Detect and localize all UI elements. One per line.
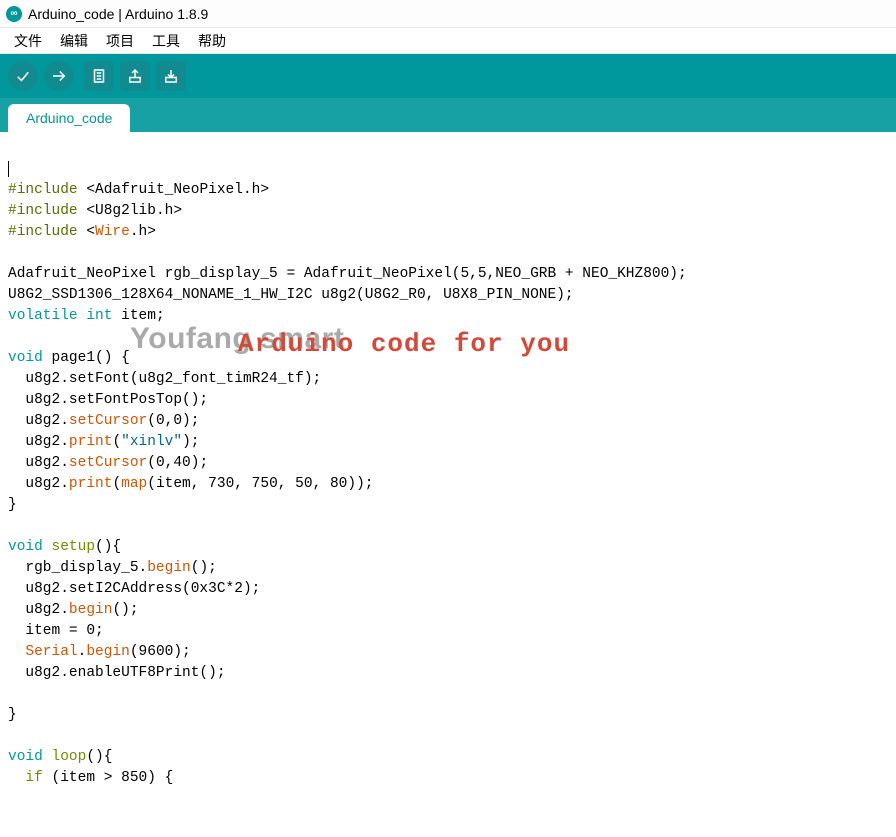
- code-token: print: [69, 434, 113, 450]
- menu-file[interactable]: 文件: [6, 29, 50, 53]
- code-token: setCursor: [69, 413, 147, 429]
- code-token: page1() {: [43, 350, 130, 366]
- window-titlebar: ∞ Arduino_code | Arduino 1.8.9: [0, 0, 896, 28]
- code-token: u8g2.: [8, 434, 69, 450]
- code-token: (9600);: [130, 644, 191, 660]
- code-token: (: [112, 476, 121, 492]
- code-token: u8g2.: [8, 455, 69, 471]
- code-token: "xinlv": [121, 434, 182, 450]
- code-line: Adafruit_NeoPixel rgb_display_5 = Adafru…: [8, 266, 687, 282]
- menu-edit[interactable]: 编辑: [52, 29, 96, 53]
- code-token: #include: [8, 224, 78, 240]
- arrow-right-icon: [50, 67, 68, 85]
- code-token: .h>: [130, 224, 156, 240]
- toolbar: [0, 54, 896, 98]
- code-token: item;: [112, 308, 164, 324]
- code-token: begin: [86, 644, 130, 660]
- sketch-tab-active[interactable]: Arduino_code: [8, 104, 130, 132]
- code-token: setCursor: [69, 455, 147, 471]
- code-token: );: [182, 434, 199, 450]
- code-token: begin: [147, 560, 191, 576]
- code-token: u8g2.: [8, 413, 69, 429]
- code-token: Serial: [25, 644, 77, 660]
- code-token: #include: [8, 182, 78, 198]
- code-token: void: [8, 350, 43, 366]
- code-token: volatile: [8, 308, 78, 324]
- code-token: if: [25, 770, 42, 786]
- code-token: <: [78, 224, 95, 240]
- code-token: <U8g2lib.h>: [78, 203, 182, 219]
- code-token: void: [8, 749, 43, 765]
- verify-button[interactable]: [8, 61, 38, 91]
- code-token: (){: [95, 539, 121, 555]
- window-title: Arduino_code | Arduino 1.8.9: [28, 6, 208, 22]
- watermark-red: Arduino code for you: [238, 334, 570, 355]
- code-token: print: [69, 476, 113, 492]
- code-token: #include: [8, 203, 78, 219]
- code-token: (0,0);: [147, 413, 199, 429]
- code-token: begin: [69, 602, 113, 618]
- code-line: U8G2_SSD1306_128X64_NONAME_1_HW_I2C u8g2…: [8, 287, 574, 303]
- menu-tools[interactable]: 工具: [144, 29, 188, 53]
- code-token: [8, 644, 25, 660]
- code-line: u8g2.setFont(u8g2_font_timR24_tf);: [8, 371, 321, 387]
- code-token: (){: [86, 749, 112, 765]
- code-editor[interactable]: #include <Adafruit_NeoPixel.h> #include …: [0, 132, 896, 837]
- menu-bar: 文件 编辑 项目 工具 帮助: [0, 28, 896, 54]
- download-arrow-icon: [162, 67, 180, 85]
- code-token: loop: [52, 749, 87, 765]
- check-icon: [14, 67, 32, 85]
- code-token: (0,40);: [147, 455, 208, 471]
- code-line: u8g2.setI2CAddress(0x3C*2);: [8, 581, 260, 597]
- code-token: }: [8, 707, 17, 723]
- code-token: ();: [112, 602, 138, 618]
- code-token: setup: [52, 539, 96, 555]
- code-line: item = 0;: [8, 623, 104, 639]
- code-token: int: [86, 308, 112, 324]
- code-token: [8, 770, 25, 786]
- code-token: u8g2.: [8, 602, 69, 618]
- menu-sketch[interactable]: 项目: [98, 29, 142, 53]
- code-token: ();: [191, 560, 217, 576]
- code-line: u8g2.enableUTF8Print();: [8, 665, 226, 681]
- code-token: }: [8, 497, 17, 513]
- upload-arrow-icon: [126, 67, 144, 85]
- code-token: map: [121, 476, 147, 492]
- code-token: Wire: [95, 224, 130, 240]
- sketch-tab-row: Arduino_code: [0, 98, 896, 132]
- arduino-app-icon: ∞: [6, 6, 22, 22]
- upload-button[interactable]: [44, 61, 74, 91]
- code-token: u8g2.: [8, 476, 69, 492]
- watermark-grey: Youfang smart: [130, 328, 344, 349]
- code-token: void: [8, 539, 43, 555]
- code-token: (item > 850) {: [43, 770, 174, 786]
- file-icon: [90, 67, 108, 85]
- open-sketch-button[interactable]: [120, 61, 150, 91]
- code-token: (item, 730, 750, 50, 80));: [147, 476, 373, 492]
- new-sketch-button[interactable]: [84, 61, 114, 91]
- code-token: <Adafruit_NeoPixel.h>: [78, 182, 269, 198]
- text-caret: [8, 161, 9, 177]
- code-token: (: [112, 434, 121, 450]
- code-token: rgb_display_5.: [8, 560, 147, 576]
- code-line: u8g2.setFontPosTop();: [8, 392, 208, 408]
- save-sketch-button[interactable]: [156, 61, 186, 91]
- menu-help[interactable]: 帮助: [190, 29, 234, 53]
